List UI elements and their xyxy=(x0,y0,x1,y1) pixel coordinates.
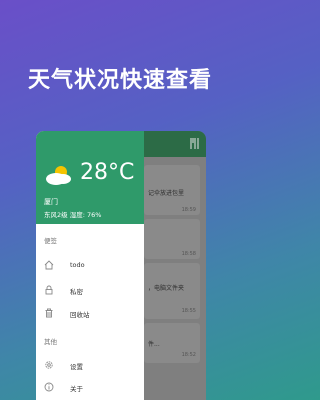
note-time: 18:55 xyxy=(181,308,196,314)
menu-item-label: 私密 xyxy=(70,288,83,296)
menu-item-label: 设置 xyxy=(70,363,83,371)
section-notes-label: 便签 xyxy=(44,237,57,245)
fork-knife-icon xyxy=(190,138,199,149)
menu-item-todo[interactable]: todo xyxy=(36,256,144,276)
menu-item-trash[interactable]: 回收站 xyxy=(36,304,144,324)
weather-details: 东风2级 湿度: 76% xyxy=(44,211,102,219)
note-time: 18:59 xyxy=(181,207,196,213)
note-time: 18:52 xyxy=(181,352,196,358)
note-text: 件... xyxy=(148,341,160,348)
menu-item-label: 回收站 xyxy=(70,311,90,319)
menu-item-label: 关于 xyxy=(70,385,83,393)
phone-screen: 记伞放进包里 18:59 18:58 ，电脑文件夹 18:55 件... 18:… xyxy=(36,131,206,400)
temperature: 28°C xyxy=(80,160,135,185)
promo-headline: 天气状况快速查看 xyxy=(27,68,212,93)
gear-icon xyxy=(45,361,53,369)
city-name: 厦门 xyxy=(44,198,58,206)
home-icon xyxy=(44,260,54,270)
note-text: 记伞放进包里 xyxy=(148,190,185,197)
note-text: ，电脑文件夹 xyxy=(148,285,185,292)
partly-cloudy-icon xyxy=(46,166,71,185)
navigation-drawer: 28°C 厦门 东风2级 湿度: 76% 便签 todo 私密 回收站 其他 设… xyxy=(36,131,144,400)
weather-header[interactable]: 28°C 厦门 东风2级 湿度: 76% xyxy=(36,131,144,224)
menu-item-label: todo xyxy=(70,261,85,269)
menu-item-private[interactable]: 私密 xyxy=(36,281,144,301)
menu-item-settings[interactable]: 设置 xyxy=(36,356,144,376)
lock-icon xyxy=(45,285,53,295)
info-icon xyxy=(44,382,54,392)
menu-item-about[interactable]: 关于 xyxy=(36,378,144,398)
section-other-label: 其他 xyxy=(44,338,57,346)
note-time: 18:58 xyxy=(181,251,196,257)
trash-icon xyxy=(45,308,53,318)
